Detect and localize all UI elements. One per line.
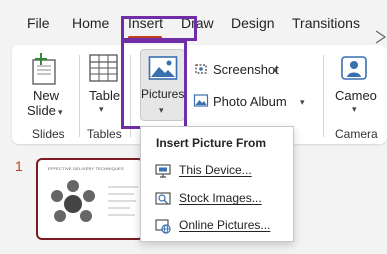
screenshot-icon[interactable]	[193, 61, 209, 77]
new-slide-label-2[interactable]: Slide	[27, 103, 56, 118]
this-device-item[interactable]: This Device...	[142, 158, 292, 184]
photo-album-chevron-icon[interactable]: ▾	[300, 97, 305, 107]
group-separator	[79, 55, 80, 137]
partial-icon	[373, 30, 387, 44]
thumbnail-text-line	[108, 214, 135, 216]
online-pictures-item[interactable]: Online Pictures...	[142, 213, 292, 239]
new-slide-label-1[interactable]: New	[33, 88, 59, 103]
insert-tab-highlight	[121, 16, 197, 41]
insert-picture-dropdown: Insert Picture From This Device... Stock…	[140, 126, 294, 242]
online-pictures-label: Online Pictures...	[179, 218, 271, 232]
thumbnail-title: EFFECTIVE DELIVERY TECHNIQUES	[48, 166, 124, 171]
cameo-icon[interactable]	[340, 55, 370, 83]
thumbnail-text-line	[108, 200, 136, 202]
pictures-highlight	[121, 40, 187, 129]
stock-images-item[interactable]: Stock Images...	[142, 186, 292, 212]
slide-number: 1	[15, 158, 23, 174]
this-device-label: This Device...	[179, 163, 252, 177]
menu-design[interactable]: Design	[231, 14, 275, 32]
menu-home[interactable]: Home	[72, 14, 109, 32]
thumbnail-text-line	[108, 186, 138, 188]
camera-group-label: Camera	[335, 127, 378, 141]
group-separator	[323, 55, 324, 137]
table-label[interactable]: Table	[89, 88, 120, 103]
slide-thumbnail[interactable]: EFFECTIVE DELIVERY TECHNIQUES	[36, 158, 144, 240]
photo-album-icon[interactable]	[193, 93, 209, 109]
screenshot-chevron-icon[interactable]: ▾	[273, 65, 278, 75]
menu-transitions[interactable]: Transitions	[292, 14, 360, 32]
thumbnail-text-line	[108, 207, 130, 209]
new-slide-chevron-icon[interactable]: ▾	[58, 107, 63, 117]
thumbnail-diagram	[51, 180, 95, 222]
device-icon	[154, 163, 172, 179]
table-chevron-icon[interactable]: ▾	[99, 104, 104, 114]
cameo-chevron-icon[interactable]: ▾	[352, 104, 357, 114]
thumbnail-text-line	[108, 193, 134, 195]
cameo-label[interactable]: Cameo	[335, 88, 377, 103]
tables-group-label: Tables	[87, 127, 122, 141]
stock-images-icon	[154, 191, 172, 207]
screenshot-label[interactable]: Screenshot	[213, 62, 279, 77]
stock-images-label: Stock Images...	[179, 191, 262, 205]
online-pictures-icon	[154, 218, 172, 234]
dropdown-header: Insert Picture From	[156, 136, 267, 150]
new-slide-icon[interactable]	[28, 52, 64, 88]
menu-file[interactable]: File	[27, 14, 50, 32]
slides-group-label: Slides	[32, 127, 65, 141]
photo-album-label[interactable]: Photo Album	[213, 94, 287, 109]
table-icon[interactable]	[88, 52, 120, 84]
